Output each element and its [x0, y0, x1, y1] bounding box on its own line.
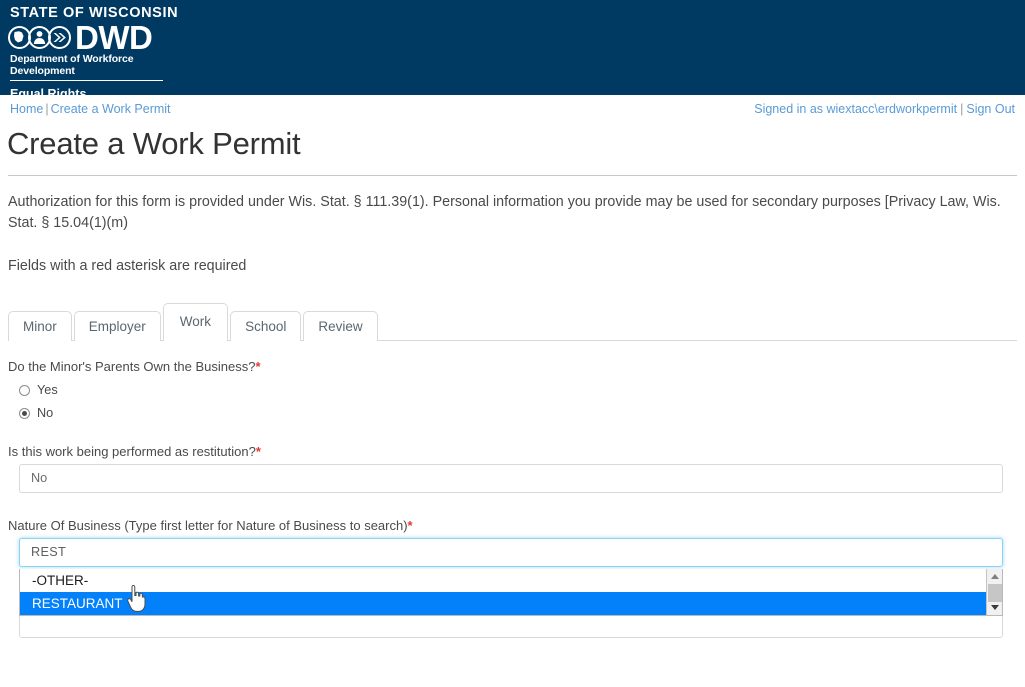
required-asterisk: *: [256, 444, 261, 459]
suggestion-scrollbar[interactable]: [986, 569, 1002, 615]
dwd-logo: STATE OF WISCONSIN: [8, 5, 308, 101]
nature-of-business-label: Nature Of Business (Type first letter fo…: [8, 518, 1017, 533]
nature-of-business-autocomplete: REST -OTHER- RESTAURANT: [19, 538, 1003, 567]
scroll-up-arrow-icon[interactable]: [987, 569, 1003, 584]
nature-of-business-label-text: Nature Of Business (Type first letter fo…: [8, 518, 408, 533]
parents-own-business-text: Do the Minor's Parents Own the Business?: [8, 359, 255, 374]
site-header: STATE OF WISCONSIN: [0, 0, 1025, 95]
tab-minor[interactable]: Minor: [8, 311, 72, 341]
radio-yes-input[interactable]: [19, 385, 30, 396]
breadcrumb: Home|Create a Work Permit: [10, 102, 171, 116]
signed-in-label: Signed in as wiextacc\erdworkpermit: [754, 102, 957, 116]
sign-out-link[interactable]: Sign Out: [966, 102, 1015, 116]
division-name: Equal Rights: [10, 87, 308, 101]
restitution-field[interactable]: No: [19, 464, 1003, 493]
account-separator: |: [960, 102, 963, 116]
restitution-label-text: Is this work being performed as restitut…: [8, 444, 256, 459]
tab-bar: Minor Employer Work School Review: [0, 303, 1025, 341]
suggestion-restaurant[interactable]: RESTAURANT: [20, 592, 986, 615]
tab-work[interactable]: Work: [163, 303, 228, 341]
radio-option-yes[interactable]: Yes: [19, 383, 1017, 397]
autocomplete-suggestion-list: -OTHER- RESTAURANT: [19, 569, 1003, 616]
radio-option-no[interactable]: No: [19, 406, 1017, 420]
suggestion-other[interactable]: -OTHER-: [20, 569, 986, 592]
work-tab-form: Do the Minor's Parents Own the Business?…: [0, 359, 1025, 638]
chevrons-icon: [48, 26, 71, 49]
authorization-text: Authorization for this form is provided …: [8, 192, 1003, 234]
radio-no-label: No: [37, 406, 53, 420]
radio-no-input[interactable]: [19, 408, 30, 419]
tab-employer[interactable]: Employer: [74, 311, 161, 341]
page-title: Create a Work Permit: [7, 126, 1025, 162]
tab-school[interactable]: School: [230, 311, 301, 341]
required-fields-note: Fields with a red asterisk are required: [8, 256, 1003, 277]
tab-review[interactable]: Review: [303, 311, 377, 341]
required-asterisk: *: [255, 359, 260, 374]
scroll-down-arrow-icon[interactable]: [987, 600, 1003, 615]
radio-yes-label: Yes: [37, 383, 58, 397]
restitution-label: Is this work being performed as restitut…: [8, 444, 1017, 459]
account-status: Signed in as wiextacc\erdworkpermit|Sign…: [754, 102, 1015, 116]
title-divider: [8, 175, 1017, 176]
breadcrumb-row: Home|Create a Work Permit Signed in as w…: [0, 102, 1025, 124]
breadcrumb-home-link[interactable]: Home: [10, 102, 43, 116]
dwd-acronym: DWD: [75, 23, 152, 52]
required-asterisk: *: [408, 518, 413, 533]
nature-of-business-input[interactable]: REST: [19, 538, 1003, 567]
state-of-wisconsin-text: STATE OF WISCONSIN: [10, 5, 308, 22]
logo-icon-group: [8, 26, 68, 49]
breadcrumb-separator: |: [45, 102, 48, 116]
department-name: Department of Workforce Development: [10, 53, 163, 81]
breadcrumb-current-link[interactable]: Create a Work Permit: [51, 102, 171, 116]
parents-own-business-label: Do the Minor's Parents Own the Business?…: [8, 359, 1017, 374]
